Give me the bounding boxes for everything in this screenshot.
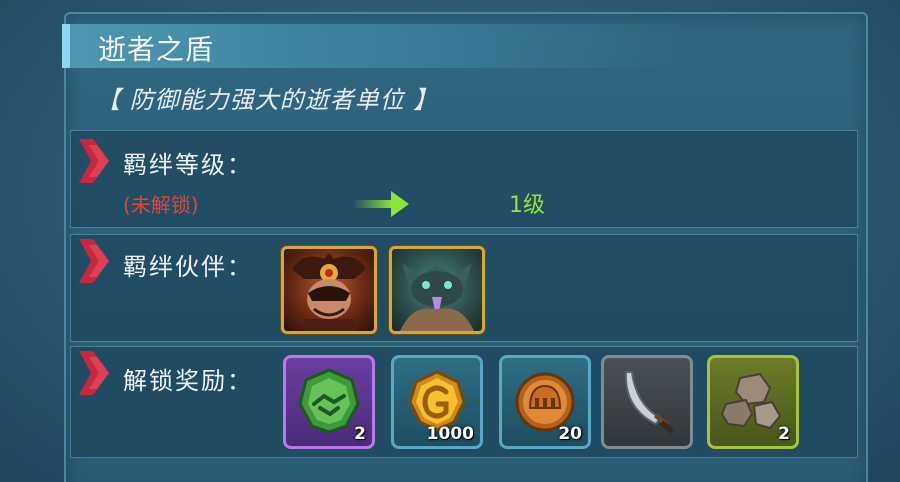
red-chevron-icon [79,351,109,395]
reward-item-handshake-token[interactable]: 2 [283,355,375,449]
partner-portrait-shadow-beast[interactable] [389,246,485,334]
shadow-beast-icon [400,263,474,331]
scimitar-icon [624,371,675,434]
page-title: 逝者之盾 [98,33,215,66]
partner-portrait-horned-warrior[interactable] [281,246,377,334]
arrow-right-icon [353,191,409,217]
reward-count: 2 [778,424,790,444]
red-chevron-icon [79,139,109,183]
red-chevron-icon [79,239,109,283]
reward-item-helmet-coin[interactable]: 20 [499,355,591,449]
reward-item-gold-coin[interactable]: 1000 [391,355,483,449]
reward-item-ore-rock[interactable]: 2 [707,355,799,449]
current-level-status: (未解锁) [123,193,199,217]
reward-count: 20 [558,424,582,444]
bond-partners-section: 羁绊伙伴： [70,234,858,342]
next-level-value: 1级 [509,193,545,218]
unlock-rewards-section: 解锁奖励： 2 1000 20 2 [70,346,858,458]
bond-partners-label: 羁绊伙伴： [123,253,253,281]
horned-warrior-icon [292,253,366,331]
reward-count: 1000 [426,424,474,444]
bond-level-label: 羁绊等级： [123,151,253,179]
unlock-rewards-label: 解锁奖励： [123,367,253,395]
unit-description: 【 防御能力强大的逝者单位 】 [96,86,439,114]
bond-level-section: 羁绊等级： (未解锁) 1级 [70,130,858,228]
reward-count: 2 [354,424,366,444]
reward-item-scimitar[interactable] [601,355,693,449]
